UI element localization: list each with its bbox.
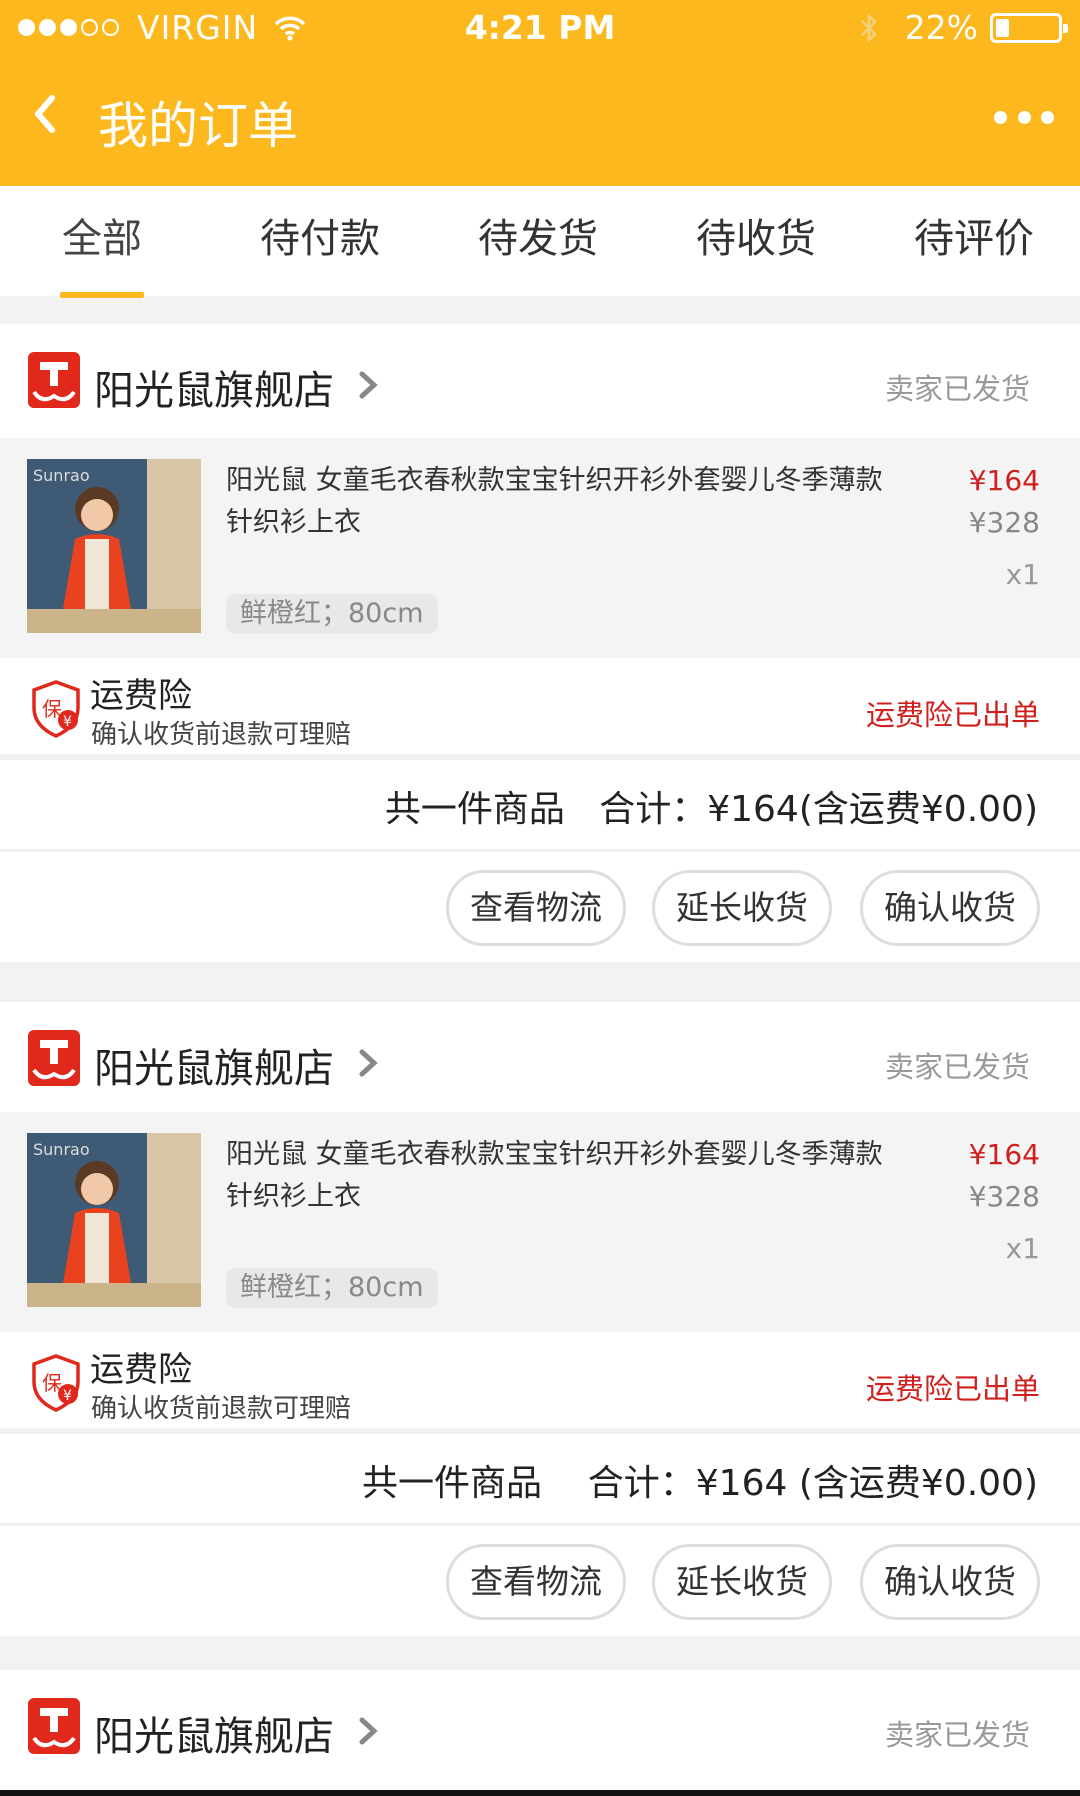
tab-pending-review[interactable]: 待评价 [874, 206, 1074, 264]
product-price: ¥164 [968, 464, 1040, 497]
order-summary: 共一件商品 合计：¥164 (含运费¥0.00) [0, 1434, 1080, 1526]
bluetooth-icon [860, 12, 877, 43]
order-summary: 共一件商品 合计：¥164(含运费¥0.00) [0, 760, 1080, 852]
status-bar: VIRGIN 4:21 PM 22% [0, 0, 1080, 56]
order-card: 阳光鼠旗舰店 卖家已发货 Sunrao 阳光鼠 女童毛衣春秋款宝宝针织开衫外套婴… [0, 1002, 1080, 1636]
order-card: 阳光鼠旗舰店 卖家已发货 [0, 1670, 1080, 1790]
extend-receipt-button[interactable]: 延长收货 [652, 1544, 832, 1620]
shop-logo-icon [28, 1698, 80, 1754]
tab-pending-payment[interactable]: 待付款 [220, 206, 420, 264]
navigation-bar: 我的订单 [0, 56, 1080, 186]
shipping-insurance-row[interactable]: 保 ¥ 运费险 确认收货前退款可理赔 运费险已出单 [0, 658, 1080, 760]
tab-pending-receipt[interactable]: 待收货 [656, 206, 856, 264]
shop-logo-icon [28, 1030, 80, 1086]
status-right: 22% [859, 8, 1068, 47]
view-logistics-button[interactable]: 查看物流 [446, 870, 626, 946]
confirm-receipt-button[interactable]: 确认收货 [860, 870, 1040, 946]
back-arrow-icon[interactable] [28, 86, 68, 146]
product-original-price: ¥328 [968, 1180, 1040, 1213]
product-title[interactable]: 阳光鼠 女童毛衣春秋款宝宝针织开衫外套婴儿冬季薄款针织衫上衣 [226, 1134, 906, 1218]
battery-percent: 22% [904, 8, 978, 47]
extend-receipt-button[interactable]: 延长收货 [652, 870, 832, 946]
shield-icon: 保 ¥ [32, 1354, 80, 1412]
shop-name: 阳光鼠旗舰店 [94, 368, 334, 414]
insurance-subtitle: 确认收货前退款可理赔 [91, 1394, 352, 1424]
order-status: 卖家已发货 [884, 1718, 1030, 1752]
order-tabs: 全部 待付款 待发货 待收货 待评价 [0, 186, 1080, 298]
product-quantity: x1 [1005, 1232, 1040, 1265]
active-tab-indicator [60, 292, 144, 298]
order-item[interactable]: Sunrao 阳光鼠 女童毛衣春秋款宝宝针织开衫外套婴儿冬季薄款针织衫上衣 ¥1… [0, 1112, 1080, 1332]
order-actions: 查看物流 延长收货 确认收货 [0, 852, 1080, 962]
insurance-status: 运费险已出单 [865, 1372, 1040, 1406]
shop-row[interactable]: 阳光鼠旗舰店 卖家已发货 [0, 324, 1080, 438]
shipping-insurance-row[interactable]: 保 ¥ 运费险 确认收货前退款可理赔 运费险已出单 [0, 1332, 1080, 1434]
shop-name: 阳光鼠旗舰店 [94, 1714, 334, 1760]
insurance-subtitle: 确认收货前退款可理赔 [91, 720, 352, 750]
order-actions: 查看物流 延长收货 确认收货 [0, 1526, 1080, 1636]
shop-logo-icon [28, 352, 80, 408]
chevron-right-icon [359, 1049, 378, 1077]
confirm-receipt-button[interactable]: 确认收货 [860, 1544, 1040, 1620]
insurance-title: 运费险 [90, 1350, 192, 1390]
order-status: 卖家已发货 [884, 1050, 1030, 1084]
chevron-right-icon [359, 371, 378, 399]
more-options-icon[interactable] [994, 104, 1054, 130]
order-card: 阳光鼠旗舰店 卖家已发货 Sunrao 阳光鼠 女童毛衣春秋款宝宝针织开衫外套婴… [0, 324, 1080, 962]
svg-text:Sunrao: Sunrao [33, 466, 90, 485]
insurance-status: 运费险已出单 [865, 698, 1040, 732]
order-total: 共一件商品 合计：¥164(含运费¥0.00) [384, 789, 1038, 830]
battery-icon [990, 12, 1068, 43]
product-thumbnail[interactable]: Sunrao [27, 1133, 201, 1307]
product-thumbnail[interactable]: Sunrao [27, 459, 201, 633]
view-logistics-button[interactable]: 查看物流 [446, 1544, 626, 1620]
order-item[interactable]: Sunrao 阳光鼠 女童毛衣春秋款宝宝针织开衫外套婴儿冬季薄款针织衫上衣 ¥1… [0, 438, 1080, 658]
shop-name: 阳光鼠旗舰店 [94, 1046, 334, 1092]
chevron-right-icon [359, 1717, 378, 1745]
product-original-price: ¥328 [968, 506, 1040, 539]
tab-all[interactable]: 全部 [2, 206, 202, 264]
bottom-edge [0, 1790, 1080, 1796]
svg-text:¥: ¥ [63, 714, 72, 730]
page-title: 我的订单 [98, 97, 298, 155]
shield-icon: 保 ¥ [32, 680, 80, 738]
svg-text:¥: ¥ [63, 1388, 72, 1404]
product-sku: 鲜橙红；80cm [226, 1268, 438, 1308]
tab-pending-shipment[interactable]: 待发货 [438, 206, 638, 264]
shop-row[interactable]: 阳光鼠旗舰店 卖家已发货 [0, 1002, 1080, 1112]
product-quantity: x1 [1005, 558, 1040, 591]
svg-text:Sunrao: Sunrao [33, 1140, 90, 1159]
insurance-title: 运费险 [90, 676, 192, 716]
order-total: 共一件商品 合计：¥164 (含运费¥0.00) [362, 1463, 1038, 1504]
product-price: ¥164 [968, 1138, 1040, 1171]
order-status: 卖家已发货 [884, 372, 1030, 406]
product-title[interactable]: 阳光鼠 女童毛衣春秋款宝宝针织开衫外套婴儿冬季薄款针织衫上衣 [226, 460, 906, 544]
shop-row[interactable]: 阳光鼠旗舰店 卖家已发货 [0, 1670, 1080, 1784]
product-sku: 鲜橙红；80cm [226, 594, 438, 634]
app-header: VIRGIN 4:21 PM 22% 我的订单 [0, 0, 1080, 186]
